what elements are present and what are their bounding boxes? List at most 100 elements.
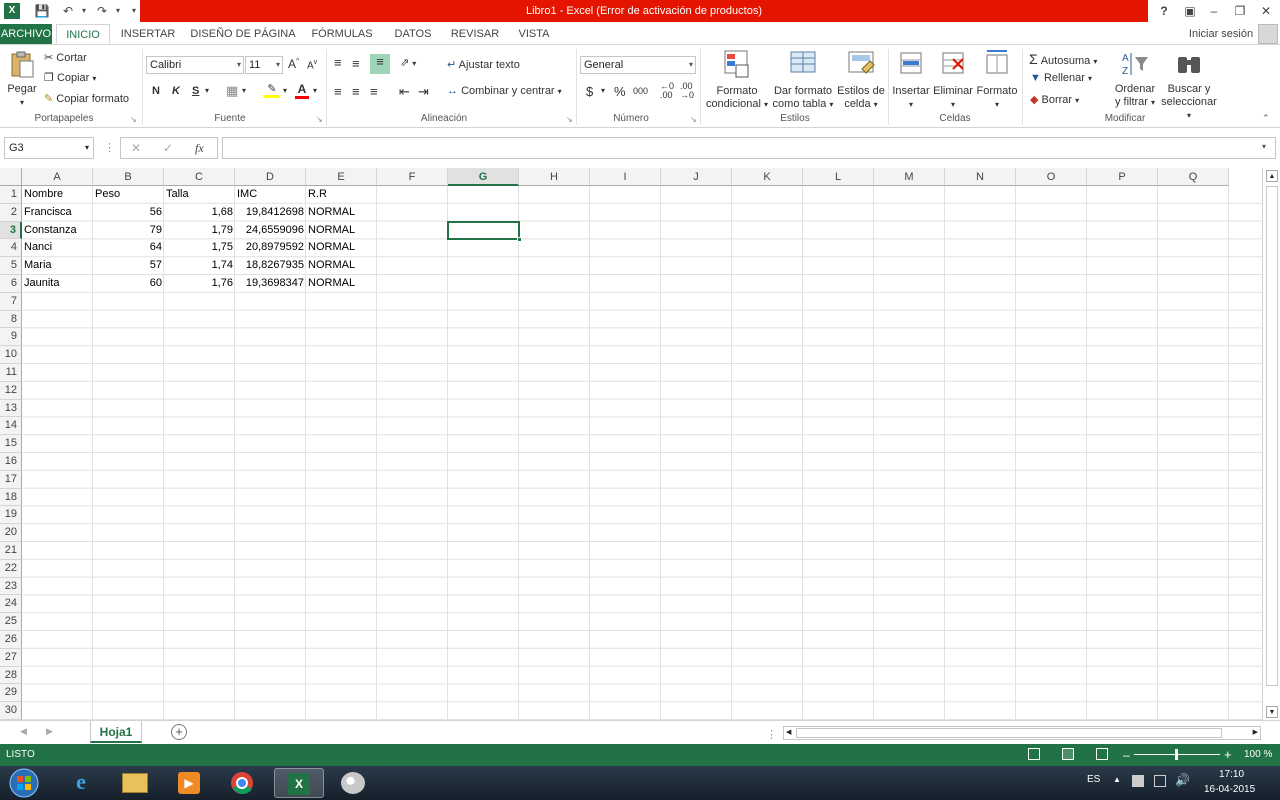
scroll-thumb[interactable] [1266, 186, 1278, 686]
clock-date[interactable]: 16-04-2015 [1204, 784, 1255, 795]
splitter-icon[interactable]: ⋮ [766, 728, 777, 741]
ribbon-display-options-icon[interactable]: ▣ [1180, 3, 1200, 19]
prev-sheet-icon[interactable]: ◀ [20, 726, 27, 737]
scroll-left-icon[interactable]: ◀ [786, 727, 791, 739]
save-icon[interactable]: 💾 [34, 3, 50, 19]
cell-b2[interactable]: 56 [93, 204, 164, 222]
collapse-ribbon-icon[interactable]: ⌃ [1262, 113, 1270, 124]
cell-d4[interactable]: 20,8979592 [235, 239, 306, 257]
font-size-select[interactable]: 11 ▾ [245, 56, 283, 74]
worksheet-grid[interactable]: ABCDEFGHIJKLMNOPQ 1 2 3 4 5 6 7 8 9 10 11 12 13 14 15 1… [0, 168, 1262, 720]
cell-a4[interactable]: Nanci [22, 239, 93, 257]
show-hidden-icons[interactable]: ▲ [1113, 775, 1121, 784]
decrease-indent-icon[interactable]: ⇤ [399, 84, 410, 100]
sort-filter-button[interactable]: AZ Ordenar y filtrar ▾ [1112, 49, 1158, 109]
autosum-button[interactable]: Σ Autosuma ▾ [1029, 51, 1097, 67]
tab-vista[interactable]: VISTA [512, 24, 556, 44]
excel-taskbar-icon[interactable]: X [274, 768, 324, 798]
user-avatar-icon[interactable] [1258, 24, 1278, 44]
align-right-icon[interactable]: ≡ [370, 84, 378, 99]
insert-function-button[interactable]: fx [195, 141, 204, 156]
align-center-icon[interactable]: ≡ [352, 84, 360, 99]
close-button[interactable]: ✕ [1256, 3, 1276, 19]
insert-cells-button[interactable]: Insertar ▾ [892, 49, 930, 111]
align-middle-icon[interactable]: ≡ [352, 56, 360, 71]
cell-a6[interactable]: Jaunita [22, 275, 93, 293]
next-sheet-icon[interactable]: ▶ [46, 726, 53, 737]
format-painter-button[interactable]: ✎ Copiar formato [44, 92, 129, 105]
currency-button[interactable]: $ [586, 84, 593, 99]
zoom-level[interactable]: 100 % [1244, 744, 1272, 766]
formula-input[interactable] [222, 137, 1276, 159]
fill-color-icon[interactable]: ✎ [264, 82, 280, 98]
delete-cells-button[interactable]: Eliminar ▾ [932, 49, 974, 111]
decrease-decimal-icon[interactable]: .00 →0 [680, 82, 694, 100]
number-format-select[interactable]: General ▾ [580, 56, 696, 74]
page-break-view-icon[interactable] [1096, 748, 1108, 760]
redo-dropdown-icon[interactable]: ▾ [110, 3, 126, 19]
cell-c3[interactable]: 1,79 [164, 222, 235, 240]
normal-view-icon[interactable] [1028, 748, 1040, 760]
cell-d1[interactable]: IMC [235, 186, 306, 204]
clear-button[interactable]: ◆ Borrar ▾ [1030, 93, 1079, 106]
tab-datos[interactable]: DATOS [386, 24, 440, 44]
cell-d5[interactable]: 18,8267935 [235, 257, 306, 275]
font-color-icon[interactable]: A [295, 82, 309, 99]
network-icon[interactable] [1154, 775, 1166, 787]
cell-d2[interactable]: 19,8412698 [235, 204, 306, 222]
underline-button[interactable]: S [192, 85, 199, 97]
dialog-launcher-icon[interactable]: ↘ [316, 115, 323, 124]
cell-e4[interactable]: NORMAL [306, 239, 377, 257]
restore-button[interactable]: ❐ [1230, 3, 1250, 19]
cell-b6[interactable]: 60 [93, 275, 164, 293]
shrink-font-icon[interactable]: Av [307, 59, 317, 71]
scroll-up-icon[interactable]: ▲ [1266, 170, 1278, 182]
page-layout-view-icon[interactable] [1062, 748, 1074, 760]
paste-dropdown-icon[interactable]: ▾ [4, 96, 40, 109]
chrome-icon[interactable] [218, 768, 268, 798]
action-center-icon[interactable] [1132, 775, 1144, 787]
cell-e5[interactable]: NORMAL [306, 257, 377, 275]
tab-revisar[interactable]: REVISAR [446, 24, 504, 44]
expand-formula-bar-icon[interactable]: ▾ [1262, 142, 1266, 151]
copy-button[interactable]: ❐ Copiar ▾ [44, 71, 96, 84]
cell-a3[interactable]: Constanza [22, 222, 93, 240]
grow-font-icon[interactable]: A^ [288, 57, 299, 71]
increase-decimal-icon[interactable]: ←0.00 [660, 82, 674, 100]
cell-a5[interactable]: Maria [22, 257, 93, 275]
cancel-icon[interactable]: ✕ [131, 141, 141, 155]
borders-icon[interactable]: ▦ [226, 83, 238, 99]
tab-formulas[interactable]: FÓRMULAS [306, 24, 378, 44]
currency-dropdown-icon[interactable]: ▾ [601, 86, 605, 95]
sign-in-link[interactable]: Iniciar sesión [1186, 24, 1256, 44]
bold-button[interactable]: N [152, 85, 160, 97]
redo-icon[interactable]: ↷ [94, 3, 110, 19]
align-left-icon[interactable]: ≡ [334, 84, 342, 99]
dialog-launcher-icon[interactable]: ↘ [566, 115, 573, 124]
sheet-tab-hoja1[interactable]: Hoja1 [90, 721, 142, 743]
media-player-icon[interactable]: ▶ [164, 768, 214, 798]
scroll-right-icon[interactable]: ▶ [1253, 727, 1258, 739]
cell-e6[interactable]: NORMAL [306, 275, 377, 293]
increase-indent-icon[interactable]: ⇥ [418, 84, 429, 100]
help-button[interactable]: ? [1154, 3, 1174, 19]
orientation-icon[interactable]: ⇗ ▾ [400, 56, 416, 69]
cell-d3[interactable]: 24,6559096 [235, 222, 306, 240]
merge-center-button[interactable]: ↔ Combinar y centrar ▾ [447, 85, 562, 97]
thousands-separator-button[interactable]: 000 [633, 86, 648, 96]
font-name-select[interactable]: Calibri ▾ [146, 56, 244, 74]
scroll-down-icon[interactable]: ▼ [1266, 706, 1278, 718]
underline-dropdown-icon[interactable]: ▾ [205, 86, 209, 95]
cut-button[interactable]: ✂ Cortar [44, 51, 87, 64]
cell-c6[interactable]: 1,76 [164, 275, 235, 293]
cell-b1[interactable]: Peso [93, 186, 164, 204]
cell-c1[interactable]: Talla [164, 186, 235, 204]
cell-styles-button[interactable]: Estilos de celda ▾ [836, 49, 886, 111]
borders-dropdown-icon[interactable]: ▾ [242, 86, 246, 95]
volume-icon[interactable]: 🔊 [1175, 773, 1190, 787]
tab-archivo[interactable]: ARCHIVO [0, 24, 52, 44]
cell-b4[interactable]: 64 [93, 239, 164, 257]
zoom-out-button[interactable]: – [1123, 744, 1130, 766]
cell-e2[interactable]: NORMAL [306, 204, 377, 222]
language-indicator[interactable]: ES [1087, 774, 1100, 785]
